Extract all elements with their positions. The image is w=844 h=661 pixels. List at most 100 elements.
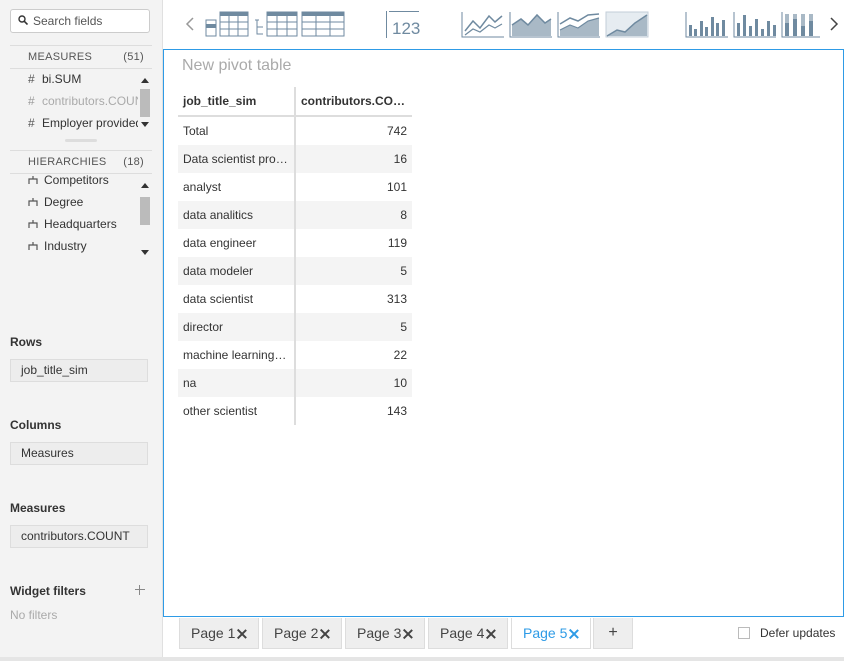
value-cell[interactable]: 101 (295, 173, 412, 201)
table-row: data modeler 5 (178, 257, 412, 285)
hierarchy-item-label: Industry (44, 239, 87, 253)
clustered-column-icon[interactable] (685, 11, 729, 38)
row-member-cell[interactable]: data modeler (178, 257, 296, 285)
search-input[interactable] (33, 13, 145, 29)
value-cell[interactable]: 16 (295, 145, 412, 173)
hierarchy-icon (28, 220, 38, 228)
table-row: machine learning e… 22 (178, 341, 412, 369)
row-member-cell[interactable]: na (178, 369, 296, 397)
tree-table-icon[interactable] (254, 11, 298, 38)
page-tab[interactable]: Page 5 (511, 618, 591, 649)
measures-section-header[interactable]: MEASURES (51) (10, 45, 152, 69)
hierarchy-item[interactable]: Competitors (10, 173, 138, 191)
defer-updates-checkbox[interactable] (738, 627, 750, 639)
table-icon[interactable] (205, 11, 249, 38)
value-cell[interactable]: 10 (295, 369, 412, 397)
hierarchy-icon (28, 242, 38, 250)
widget-title[interactable]: New pivot table (182, 57, 291, 75)
row-member-cell[interactable]: Data scientist proj… (178, 145, 296, 173)
row-member-cell[interactable]: other scientist (178, 397, 296, 425)
row-member-cell[interactable]: analyst (178, 173, 296, 201)
hierarchies-count: (18) (123, 156, 144, 168)
value-cell[interactable]: 143 (295, 397, 412, 425)
rows-dropzone[interactable]: job_title_sim (10, 359, 148, 382)
row-member-cell[interactable]: data engineer (178, 229, 296, 257)
row-member-cell[interactable]: data scientist (178, 285, 296, 313)
page-tab[interactable]: Page 4 (428, 618, 508, 649)
sidebar: MEASURES (51) #bi.SUM #contributors.COUN… (0, 0, 163, 661)
hierarchy-item-label: Competitors (44, 173, 109, 187)
column-chart-icon[interactable] (733, 11, 777, 38)
hierarchies-scrollbar[interactable] (140, 180, 150, 258)
value-cell[interactable]: 313 (295, 285, 412, 313)
table-row: analyst 101 (178, 173, 412, 201)
value-cell[interactable]: 742 (295, 116, 412, 145)
rows-label: Rows (10, 335, 43, 349)
close-tab-icon[interactable] (403, 629, 413, 639)
table-row: data scientist 313 (178, 285, 412, 313)
value-cell[interactable]: 119 (295, 229, 412, 257)
columns-label: Columns (10, 418, 62, 432)
pivot-table-icon[interactable] (301, 11, 345, 38)
line-chart-icon[interactable] (461, 11, 505, 38)
hierarchy-item[interactable]: Degree (10, 191, 138, 213)
hierarchies-section-header[interactable]: HIERARCHIES (18) (10, 150, 152, 174)
pivot-widget[interactable]: New pivot table job_title_sim contributo… (163, 49, 844, 617)
close-tab-icon[interactable] (569, 629, 579, 639)
resize-handle[interactable] (65, 139, 97, 142)
stacked-area-percent-icon[interactable] (605, 11, 649, 38)
value-cell[interactable]: 22 (295, 341, 412, 369)
row-member-cell[interactable]: director (178, 313, 296, 341)
close-tab-icon[interactable] (237, 629, 247, 639)
add-filter-icon[interactable] (135, 585, 145, 595)
chevron-right-icon[interactable] (829, 17, 839, 31)
row-member-cell[interactable]: Total (178, 116, 296, 145)
scroll-up-icon[interactable] (141, 183, 149, 188)
page-tab-label: Page 1 (191, 625, 236, 641)
measures-scrollbar[interactable] (140, 75, 150, 130)
stacked-area-chart-icon[interactable] (557, 11, 601, 38)
measure-item-label: contributors.COUNT (42, 94, 138, 108)
page-tab-label: Page 4 (440, 625, 485, 641)
page-tab[interactable]: Page 3 (345, 618, 425, 649)
hierarchy-item[interactable]: Headquarters (10, 213, 138, 235)
hierarchy-icon (28, 176, 38, 184)
stacked-column-icon[interactable] (781, 11, 821, 38)
hierarchy-item[interactable]: Industry (10, 235, 138, 257)
no-filters-text: No filters (10, 608, 58, 622)
scroll-up-icon[interactable] (141, 78, 149, 83)
close-tab-icon[interactable] (320, 629, 330, 639)
row-member-cell[interactable]: machine learning e… (178, 341, 296, 369)
chevron-left-icon[interactable] (185, 17, 195, 31)
measures-zone-label: Measures (10, 501, 66, 515)
widget-type-toolbar: 123 (163, 0, 844, 49)
scroll-down-icon[interactable] (141, 250, 149, 255)
hierarchy-item-label: Degree (44, 195, 84, 209)
page-tab-label: Page 5 (523, 625, 568, 641)
scroll-down-icon[interactable] (141, 122, 149, 127)
value-cell[interactable]: 8 (295, 201, 412, 229)
measure-item-label: bi.SUM (42, 72, 82, 86)
close-tab-icon[interactable] (486, 629, 496, 639)
page-tab[interactable]: Page 2 (262, 618, 342, 649)
value-cell[interactable]: 5 (295, 257, 412, 285)
measure-item[interactable]: # Employer provided (10, 112, 138, 134)
column-header-cell[interactable]: contributors.COU… (295, 87, 412, 117)
measures-count: (51) (123, 51, 144, 63)
row-header-cell[interactable]: job_title_sim (178, 87, 296, 117)
page-tab-bar: Page 1 Page 2 Page 3 Page 4 Page 5 + Defer u… (163, 617, 844, 661)
search-field[interactable] (10, 9, 150, 33)
measures-list: #bi.SUM #contributors.COUNT #Employer pr… (10, 68, 138, 134)
value-cell[interactable]: 5 (295, 313, 412, 341)
measure-item[interactable]: # bi.SUM (10, 68, 138, 90)
area-chart-icon[interactable] (509, 11, 553, 38)
row-member-cell[interactable]: data analitics (178, 201, 296, 229)
kpi-icon[interactable]: 123 (392, 19, 420, 39)
add-page-button[interactable]: + (593, 618, 633, 649)
columns-dropzone[interactable]: Measures (10, 442, 148, 465)
page-tab[interactable]: Page 1 (179, 618, 259, 649)
hierarchy-icon (28, 198, 38, 206)
measures-dropzone[interactable]: contributors.COUNT (10, 525, 148, 548)
table-row: director 5 (178, 313, 412, 341)
measure-item[interactable]: #contributors.COUNT (10, 90, 138, 112)
